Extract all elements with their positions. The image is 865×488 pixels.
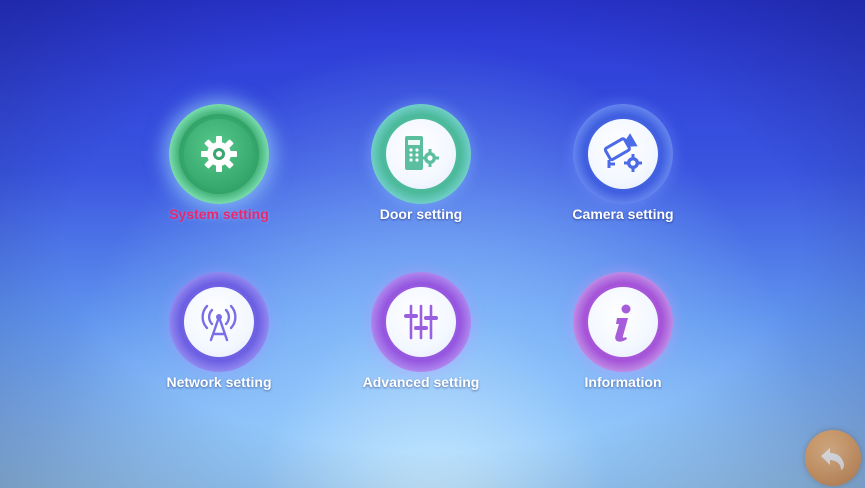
settings-screen: System setting Door setting Camera setti… [0,0,865,488]
advanced-setting-icon-circle [371,272,471,372]
camera-setting-icon-circle [573,104,673,204]
system-setting-label: System setting [169,206,269,222]
back-button[interactable] [805,430,861,486]
menu-item-advanced-setting[interactable]: Advanced setting [331,272,511,422]
camera-gear-icon [603,133,642,172]
gear-icon [201,136,237,172]
antenna-icon [201,304,237,342]
menu-item-system-setting[interactable]: System setting [129,104,309,254]
system-setting-icon-circle [169,104,269,204]
information-label: Information [584,374,662,390]
network-setting-icon-circle [169,272,269,372]
menu-item-door-setting[interactable]: Door setting [331,104,511,254]
camera-setting-label: Camera setting [572,206,674,222]
network-setting-label: Network setting [166,374,272,390]
sliders-icon [404,304,438,340]
advanced-setting-label: Advanced setting [362,374,480,390]
menu-item-information[interactable]: Information [533,272,713,422]
information-icon-circle [573,272,673,372]
door-gear-icon [405,136,439,170]
door-setting-icon-circle [371,104,471,204]
menu-item-camera-setting[interactable]: Camera setting [533,104,713,254]
back-arrow-icon [821,448,844,470]
menu-item-network-setting[interactable]: Network setting [129,272,309,422]
info-icon [615,304,631,342]
door-setting-label: Door setting [379,206,463,222]
